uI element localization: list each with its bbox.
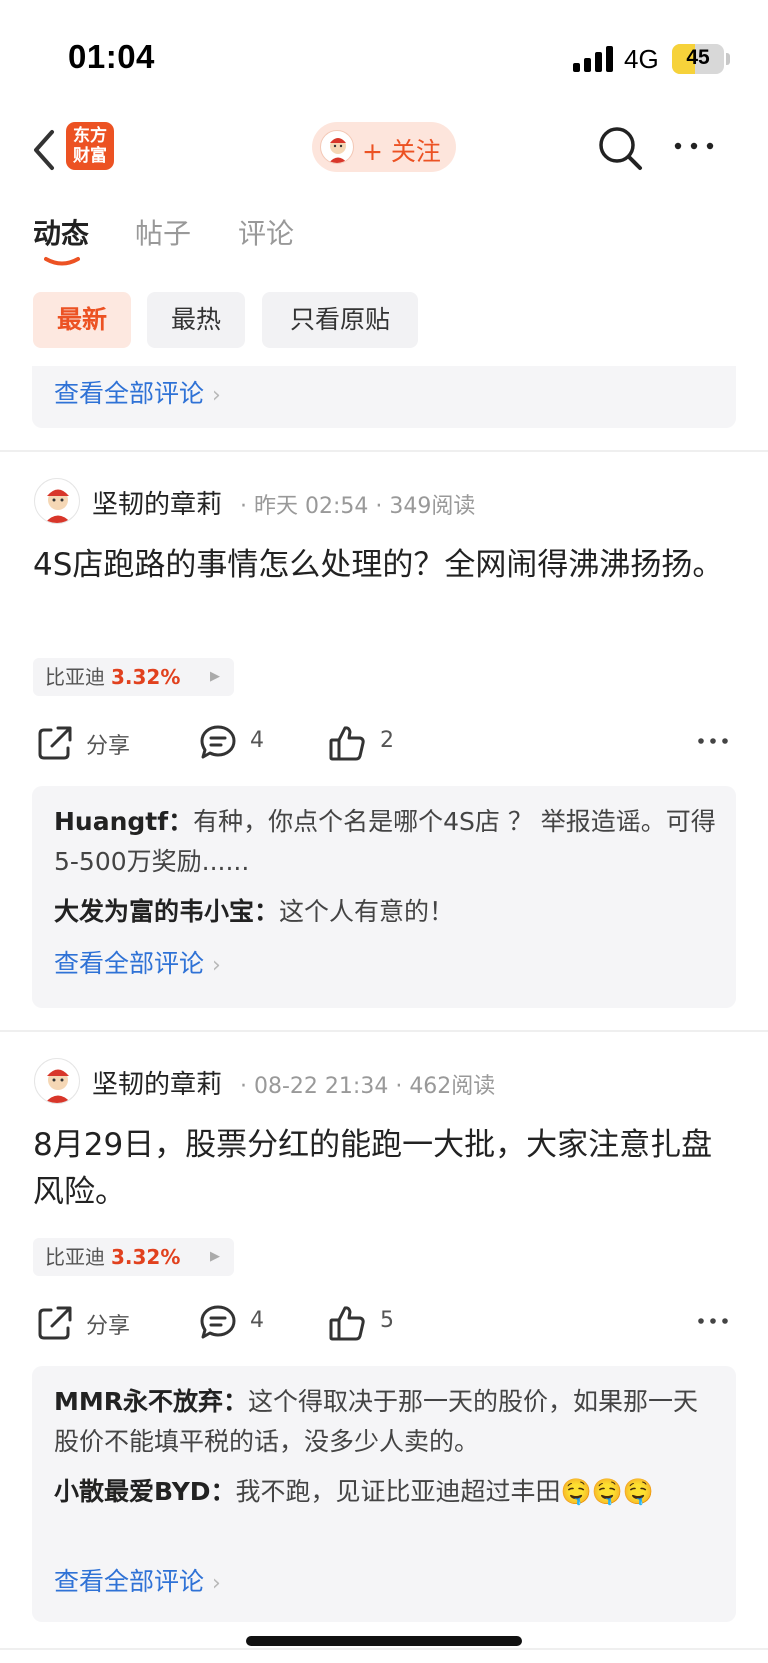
more-icon[interactable] xyxy=(696,1316,730,1326)
chevron-right-icon: › xyxy=(212,1571,221,1596)
comment-author[interactable]: Huangtf： xyxy=(54,807,193,836)
post-time: 昨天 02:54 xyxy=(254,494,369,519)
post-read-count: 462阅读 xyxy=(409,1074,496,1099)
divider xyxy=(0,1648,768,1650)
comment-item[interactable]: Huangtf：有种，你点个名是哪个4S店 ？ 举报造谣。可得5-500万奖励.… xyxy=(54,802,720,882)
comment-icon[interactable] xyxy=(199,1304,237,1342)
comment-item[interactable]: 大发为富的韦小宝：这个人有意的！ xyxy=(54,892,720,932)
share-label[interactable]: 分享 xyxy=(86,728,130,760)
author-avatar[interactable] xyxy=(34,1058,80,1104)
comment-count[interactable]: 4 xyxy=(250,1308,264,1333)
active-tab-underline xyxy=(44,257,80,266)
post-card: 坚韧的章莉 · 昨天 02:54 · 349阅读 4S店跑路的事情怎么处理的？全… xyxy=(0,450,768,1030)
battery-tip xyxy=(726,53,730,65)
view-all-comments-link[interactable]: 查看全部评论 › xyxy=(54,1562,221,1598)
comment-count[interactable]: 4 xyxy=(250,728,264,753)
view-all-comments-link[interactable]: 查看全部评论 › xyxy=(54,374,221,410)
comment-text: 这个人有意的！ xyxy=(279,897,455,926)
comment-author[interactable]: 小散最爱BYD： xyxy=(54,1477,236,1506)
user-avatar-icon xyxy=(320,130,354,164)
more-icon[interactable] xyxy=(672,136,716,156)
stock-change: 3.32% xyxy=(111,1245,181,1269)
comment-item[interactable]: MMR永不放弃：这个得取决于那一天的股价，如果那一天股价不能填平税的话，没多少人… xyxy=(54,1382,720,1462)
tab-posts[interactable]: 帖子 xyxy=(135,212,191,252)
post-meta: · 08-22 21:34 · 462阅读 xyxy=(240,1074,496,1099)
share-icon[interactable] xyxy=(36,724,74,762)
comment-item[interactable]: 小散最爱BYD：我不跑，见证比亚迪超过丰田🤤🤤🤤 xyxy=(54,1472,720,1512)
triangle-right-icon: ▶ xyxy=(210,1249,220,1264)
filter-hot[interactable]: 最热 xyxy=(147,292,245,348)
filter-bar: 最新 最热 只看原贴 xyxy=(0,292,768,348)
chevron-right-icon: › xyxy=(212,953,221,978)
status-bar: 01:04 4G 45 xyxy=(0,0,768,110)
like-count[interactable]: 5 xyxy=(380,1308,394,1333)
stock-change: 3.32% xyxy=(111,665,181,689)
comment-box: Huangtf：有种，你点个名是哪个4S店 ？ 举报造谣。可得5-500万奖励.… xyxy=(32,786,736,1008)
back-arrow-icon[interactable] xyxy=(28,128,62,172)
stock-name: 比亚迪 xyxy=(45,665,105,689)
post-meta: · 昨天 02:54 · 349阅读 xyxy=(240,494,476,519)
filter-latest[interactable]: 最新 xyxy=(33,292,131,348)
stock-tag[interactable]: 比亚迪 3.32% ▶ xyxy=(33,1238,234,1276)
share-icon[interactable] xyxy=(36,1304,74,1342)
like-icon[interactable] xyxy=(328,724,366,762)
battery-level: 45 xyxy=(686,46,710,69)
author-avatar[interactable] xyxy=(34,478,80,524)
logo-text-bottom: 财富 xyxy=(73,146,107,166)
filter-original-only[interactable]: 只看原贴 xyxy=(262,292,418,348)
network-type: 4G xyxy=(624,44,659,74)
comment-box: 查看全部评论 › xyxy=(32,366,736,428)
logo-text-top: 东方 xyxy=(73,126,107,146)
author-name[interactable]: 坚韧的章莉 xyxy=(92,484,222,521)
post-actions: 分享 4 5 xyxy=(0,1302,768,1346)
comment-author[interactable]: 大发为富的韦小宝： xyxy=(54,897,279,926)
stock-tag[interactable]: 比亚迪 3.32% ▶ xyxy=(33,658,234,696)
post-content[interactable]: 4S店跑路的事情怎么处理的？全网闹得沸沸扬扬。 xyxy=(33,542,733,589)
home-indicator[interactable] xyxy=(246,1636,522,1646)
follow-button[interactable]: + 关注 xyxy=(312,122,456,172)
post-actions: 分享 4 2 xyxy=(0,722,768,766)
nav-bar: 东方 财富 + 关注 xyxy=(0,110,768,190)
comment-box: MMR永不放弃：这个得取决于那一天的股价，如果那一天股价不能填平税的话，没多少人… xyxy=(32,1366,736,1622)
status-time: 01:04 xyxy=(68,38,155,75)
like-icon[interactable] xyxy=(328,1304,366,1342)
comment-text: 我不跑，见证比亚迪超过丰田🤤🤤🤤 xyxy=(235,1477,654,1506)
more-icon[interactable] xyxy=(696,736,730,746)
like-count[interactable]: 2 xyxy=(380,728,394,753)
share-label[interactable]: 分享 xyxy=(86,1308,130,1340)
author-name[interactable]: 坚韧的章莉 xyxy=(92,1064,222,1101)
post-card: 坚韧的章莉 · 08-22 21:34 · 462阅读 8月29日，股票分红的能… xyxy=(0,1030,768,1630)
post-content[interactable]: 8月29日，股票分红的能跑一大批，大家注意扎盘风险。 xyxy=(33,1122,733,1216)
tab-comments[interactable]: 评论 xyxy=(238,212,294,252)
post-read-count: 349阅读 xyxy=(389,494,476,519)
chevron-right-icon: › xyxy=(212,383,221,408)
signal-icon xyxy=(573,46,615,72)
battery-icon: 45 xyxy=(672,44,724,74)
stock-name: 比亚迪 xyxy=(45,1245,105,1269)
search-icon[interactable] xyxy=(596,124,644,172)
comment-author[interactable]: MMR永不放弃： xyxy=(54,1387,248,1416)
tab-dynamics[interactable]: 动态 xyxy=(33,212,89,252)
view-all-comments-link[interactable]: 查看全部评论 › xyxy=(54,944,221,980)
tab-bar: 动态 帖子 评论 xyxy=(0,208,768,268)
follow-label: + 关注 xyxy=(362,137,441,166)
triangle-right-icon: ▶ xyxy=(210,669,220,684)
comment-icon[interactable] xyxy=(199,724,237,762)
app-logo[interactable]: 东方 财富 xyxy=(66,122,114,170)
post-time: 08-22 21:34 xyxy=(254,1074,389,1099)
